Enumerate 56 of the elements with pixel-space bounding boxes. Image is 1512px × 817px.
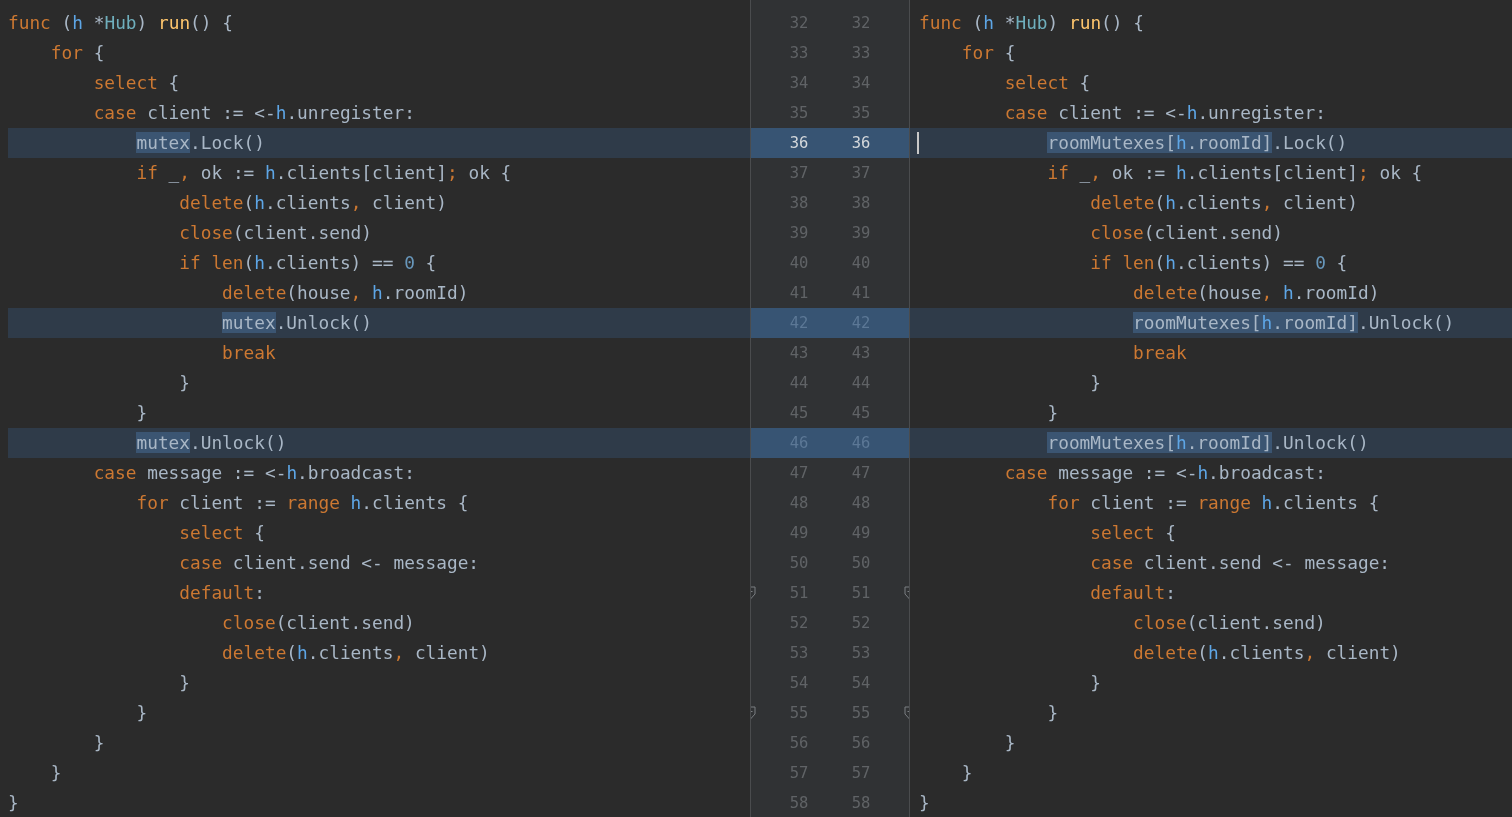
code-line: mutex.Unlock(): [221, 311, 372, 335]
code-line: }: [919, 791, 930, 815]
code-line: }: [49, 761, 62, 785]
code-line: }: [960, 761, 973, 785]
line-number: 36: [850, 134, 872, 152]
code-line: select {: [1003, 71, 1091, 95]
code-line: delete(house, h.roomId): [1132, 281, 1380, 305]
code-line: select {: [178, 521, 265, 545]
code-line: }: [178, 671, 190, 695]
code-line: roomMutexes[h.roomId].Unlock(): [1132, 311, 1455, 335]
code-line: }: [1003, 731, 1016, 755]
code-line: for {: [960, 41, 1016, 65]
code-line: }: [92, 731, 105, 755]
line-number: 36: [788, 134, 810, 152]
code-line: delete(h.clients, client): [221, 641, 490, 665]
code-line: close(client.send): [1132, 611, 1326, 635]
code-line: func (h *Hub) run() {: [8, 11, 233, 35]
code-line: close(client.send): [178, 221, 372, 245]
code-line: if _, ok := h.clients[client]; ok {: [1046, 161, 1423, 185]
code-line: case message := <-h.broadcast:: [92, 461, 415, 485]
code-line: case client := <-h.unregister:: [92, 101, 415, 125]
code-line: func (h *Hub) run() {: [919, 11, 1144, 35]
code-line: if len(h.clients) == 0 {: [178, 251, 437, 275]
code-line: case client := <-h.unregister:: [1003, 101, 1326, 125]
code-line: delete(h.clients, client): [1089, 191, 1358, 215]
code-line: if len(h.clients) == 0 {: [1089, 251, 1348, 275]
code-line: default:: [1089, 581, 1176, 605]
code-line: select {: [92, 71, 180, 95]
code-line: }: [1046, 401, 1059, 425]
code-line: }: [1089, 371, 1101, 395]
code-line: roomMutexes[h.roomId].Lock(): [1046, 131, 1348, 155]
code-line: break: [221, 341, 276, 365]
code-line: break: [1132, 341, 1187, 365]
code-line: }: [178, 371, 190, 395]
code-line: mutex.Lock(): [135, 131, 265, 155]
code-line: }: [1046, 701, 1059, 725]
code-line: case client.send <- message:: [178, 551, 480, 575]
code-line: if _, ok := h.clients[client]; ok {: [135, 161, 512, 185]
code-line: delete(house, h.roomId): [221, 281, 469, 305]
code-line: case message := <-h.broadcast:: [1003, 461, 1326, 485]
code-line: close(client.send): [221, 611, 415, 635]
code-line: select {: [1089, 521, 1176, 545]
code-line: default:: [178, 581, 265, 605]
code-line: }: [8, 791, 19, 815]
code-line: case client.send <- message:: [1089, 551, 1391, 575]
code-line: for client := range h.clients {: [1046, 491, 1380, 515]
code-line: }: [1089, 671, 1101, 695]
code-line: }: [135, 701, 148, 725]
code-line: delete(h.clients, client): [178, 191, 447, 215]
code-line: for {: [49, 41, 105, 65]
code-line: }: [135, 401, 148, 425]
code-line: mutex.Unlock(): [135, 431, 287, 455]
code-line: close(client.send): [1089, 221, 1283, 245]
code-line: delete(h.clients, client): [1132, 641, 1401, 665]
code-line: roomMutexes[h.roomId].Unlock(): [1046, 431, 1369, 455]
code-line: for client := range h.clients {: [135, 491, 469, 515]
